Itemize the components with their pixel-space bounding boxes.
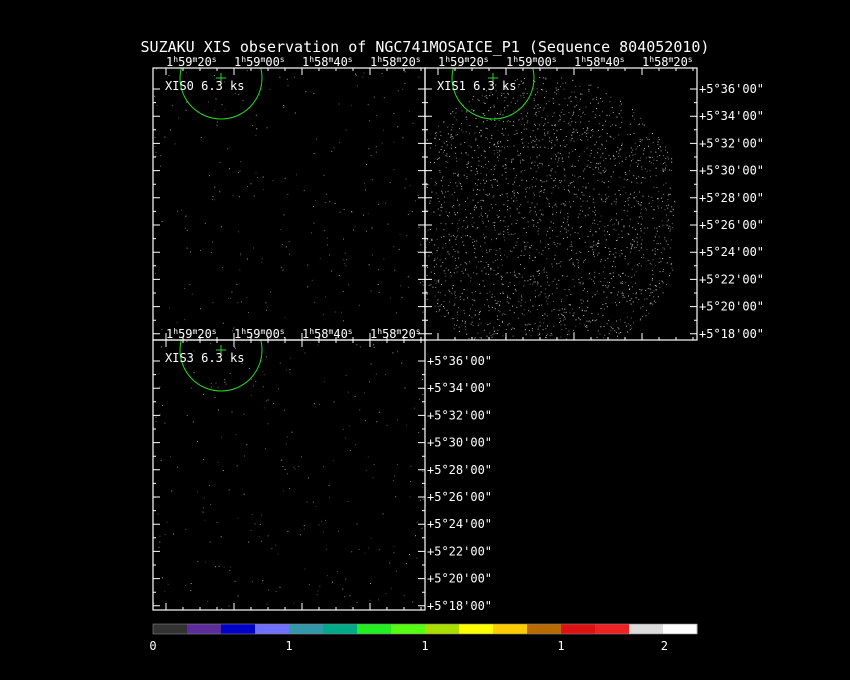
event-dots-xis1 <box>425 77 676 340</box>
colorbar-swatch <box>459 624 494 634</box>
panel-xis0: XIS0 6.3 ks 1h59m20s 1h59m00s 1h58m40s 1h58m… <box>152 55 426 341</box>
dec-tick-label: +5°28'00" <box>699 191 764 205</box>
dec-tick-label: +5°32'00" <box>427 408 492 422</box>
dec-tick-label: +5°28'00" <box>427 463 492 477</box>
dec-tick-label: +5°18'00" <box>699 327 764 341</box>
colorbar-label: 1 <box>421 639 428 653</box>
colorbar-swatch <box>221 624 256 634</box>
xis-mosaic-figure: SUZAKU XIS observation of NGC741MOSAICE_… <box>141 38 765 653</box>
dec-tick-label: +5°18'00" <box>427 599 492 613</box>
colorbar-swatch <box>595 624 630 634</box>
ra-tick-label: 1h59m00s <box>234 55 285 70</box>
colorbar-swatch <box>187 624 222 634</box>
colorbar-swatch <box>561 624 596 634</box>
ra-tick-label: 1h59m20s <box>438 55 489 70</box>
figure-title: SUZAKU XIS observation of NGC741MOSAICE_… <box>141 38 710 56</box>
colorbar-swatch <box>425 624 460 634</box>
colorbar: 0 1 1 1 2 <box>149 623 698 653</box>
dec-tick-label: +5°34'00" <box>699 109 764 123</box>
panel-xis1: XIS1 6.3 ks 1h59m20s 1h59m00s 1h58m40s 1h58m… <box>424 55 764 341</box>
dec-tick-label: +5°30'00" <box>427 436 492 450</box>
ra-tick-label: 1h59m00s <box>234 327 285 342</box>
dec-tick-label: +5°34'00" <box>427 381 492 395</box>
colorbar-swatch <box>391 624 426 634</box>
colorbar-swatch <box>493 624 528 634</box>
ra-tick-label: 1h58m40s <box>574 55 625 70</box>
colorbar-label: 2 <box>661 639 668 653</box>
dec-tick-label: +5°32'00" <box>699 136 764 150</box>
image-panels: XIS0 6.3 ks 1h59m20s 1h59m00s 1h58m40s 1h58m… <box>152 55 764 613</box>
colorbar-label: 1 <box>285 639 292 653</box>
ra-tick-label: 1h59m20s <box>166 55 217 70</box>
dec-tick-label: +5°26'00" <box>699 218 764 232</box>
ra-tick-label: 1h58m20s <box>370 55 421 70</box>
dec-tick-label: +5°36'00" <box>699 82 764 96</box>
colorbar-label: 0 <box>149 639 156 653</box>
ra-tick-label: 1h58m20s <box>370 327 421 342</box>
colorbar-swatch <box>527 624 562 634</box>
dec-tick-label: +5°20'00" <box>699 300 764 314</box>
colorbar-label: 1 <box>557 639 564 653</box>
ra-tick-label: 1h59m00s <box>506 55 557 70</box>
panel-xis3: XIS3 6.3 ks 1h59m20s 1h59m00s 1h58m40s 1h58m… <box>152 327 492 613</box>
colorbar-swatch <box>289 624 324 634</box>
panel-label: XIS0 6.3 ks <box>165 79 244 93</box>
dec-tick-label: +5°36'00" <box>427 354 492 368</box>
ra-tick-label: 1h58m40s <box>302 327 353 342</box>
dec-tick-label: +5°24'00" <box>427 517 492 531</box>
dec-tick-label: +5°22'00" <box>699 272 764 286</box>
ra-tick-label: 1h59m20s <box>166 327 217 342</box>
dec-tick-label: +5°22'00" <box>427 544 492 558</box>
panel-label: XIS3 6.3 ks <box>165 351 244 365</box>
colorbar-swatch <box>357 624 392 634</box>
dec-tick-label: +5°24'00" <box>699 245 764 259</box>
colorbar-swatch <box>663 624 698 634</box>
colorbar-swatch <box>629 624 664 634</box>
ra-tick-label: 1h58m40s <box>302 55 353 70</box>
colorbar-swatch <box>153 624 188 634</box>
dec-tick-label: +5°30'00" <box>699 164 764 178</box>
dec-tick-label: +5°26'00" <box>427 490 492 504</box>
colorbar-swatch <box>255 624 290 634</box>
colorbar-swatch <box>323 624 358 634</box>
dec-tick-label: +5°20'00" <box>427 572 492 586</box>
panel-label: XIS1 6.3 ks <box>437 79 516 93</box>
ra-tick-label: 1h58m20s <box>642 55 693 70</box>
